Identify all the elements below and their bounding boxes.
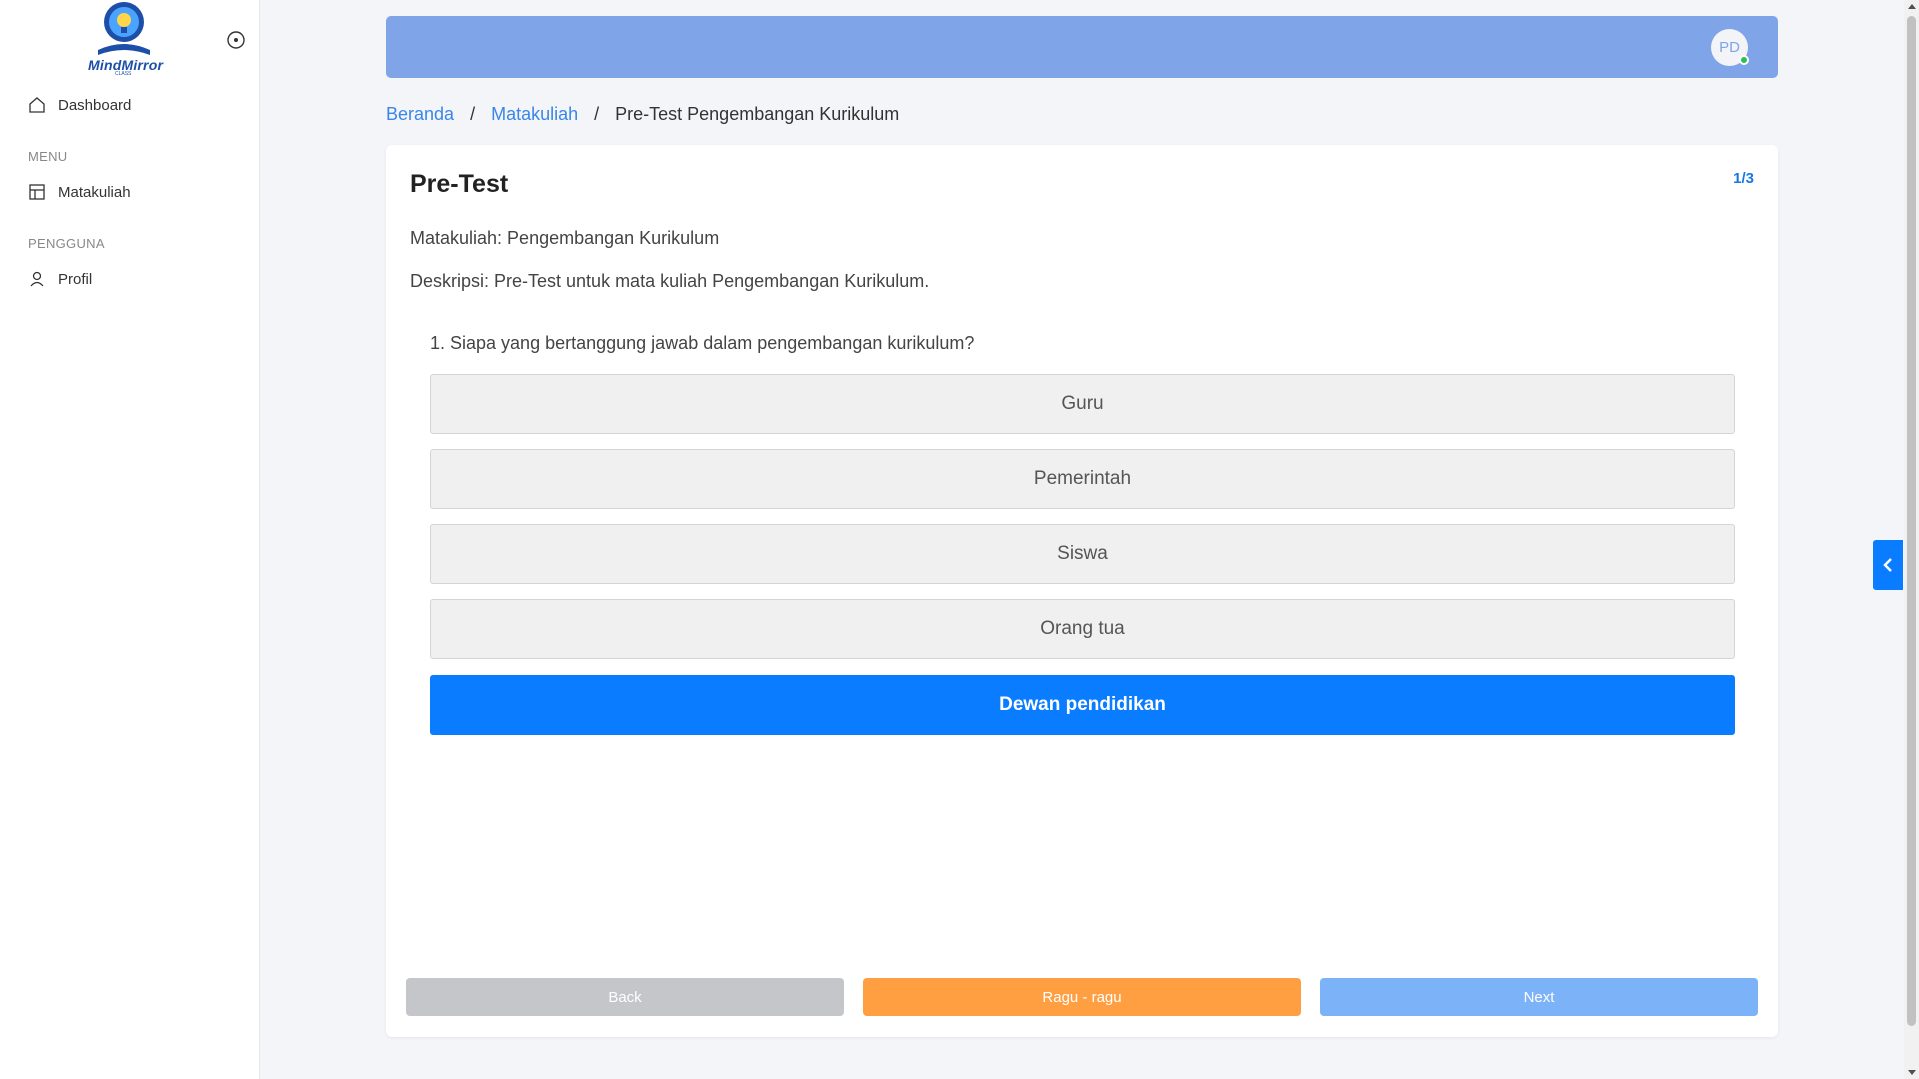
breadcrumb-separator: / <box>594 104 600 124</box>
collapse-sidebar-icon[interactable] <box>226 30 246 50</box>
doubt-button[interactable]: Ragu - ragu <box>863 978 1301 1016</box>
sidebar: MindMirror CLASS Dashboard MENU Matakuli… <box>0 0 260 1079</box>
top-header: PD <box>386 16 1778 78</box>
table-icon <box>29 184 45 200</box>
sidebar-item-label: Profil <box>58 270 93 288</box>
breadcrumb-current: Pre-Test Pengembangan Kurikulum <box>615 104 900 124</box>
breadcrumb: Beranda / Matakuliah / Pre-Test Pengemba… <box>386 104 899 125</box>
answer-option-guru[interactable]: Guru <box>430 374 1735 434</box>
sidebar-section-pengguna: PENGGUNA <box>28 236 105 251</box>
side-panel-toggle[interactable] <box>1873 540 1903 590</box>
scroll-down-icon[interactable] <box>1908 1070 1916 1075</box>
scroll-thumb[interactable] <box>1907 16 1916 1026</box>
chevron-left-icon <box>1883 558 1892 572</box>
page-title: Pre-Test <box>410 170 509 198</box>
logo-subtitle: CLASS <box>115 71 132 77</box>
sidebar-item-label: Matakuliah <box>58 183 131 201</box>
online-status-indicator <box>1739 55 1749 65</box>
next-button[interactable]: Next <box>1320 978 1758 1016</box>
description-info: Deskripsi: Pre-Test untuk mata kuliah Pe… <box>410 271 930 291</box>
page-scrollbar[interactable] <box>1904 0 1919 1079</box>
course-info: Matakuliah: Pengembangan Kurikulum <box>410 228 720 248</box>
scroll-up-icon[interactable] <box>1908 4 1916 9</box>
breadcrumb-beranda[interactable]: Beranda <box>386 104 454 125</box>
sidebar-item-dashboard[interactable]: Dashboard <box>28 96 131 114</box>
user-icon <box>30 271 44 287</box>
quiz-card: Pre-Test 1/3 Matakuliah: Pengembangan Ku… <box>386 145 1778 1037</box>
answer-option-dewan-pendidikan[interactable]: Dewan pendidikan <box>430 675 1735 735</box>
avatar-initials: PD <box>1719 39 1740 56</box>
breadcrumb-separator: / <box>470 104 476 124</box>
question-counter: 1/3 <box>1733 170 1754 187</box>
question-text: 1. Siapa yang bertanggung jawab dalam pe… <box>430 333 975 353</box>
breadcrumb-matakuliah[interactable]: Matakuliah <box>491 104 578 125</box>
answer-option-orang-tua[interactable]: Orang tua <box>430 599 1735 659</box>
avatar[interactable]: PD <box>1711 29 1749 66</box>
sidebar-section-menu: MENU <box>28 149 68 164</box>
sidebar-item-matakuliah[interactable]: Matakuliah <box>28 183 131 201</box>
sidebar-item-profil[interactable]: Profil <box>28 270 92 288</box>
answer-option-pemerintah[interactable]: Pemerintah <box>430 449 1735 509</box>
answer-option-siswa[interactable]: Siswa <box>430 524 1735 584</box>
home-icon <box>29 97 45 113</box>
sidebar-item-label: Dashboard <box>58 96 132 114</box>
back-button[interactable]: Back <box>406 978 844 1016</box>
